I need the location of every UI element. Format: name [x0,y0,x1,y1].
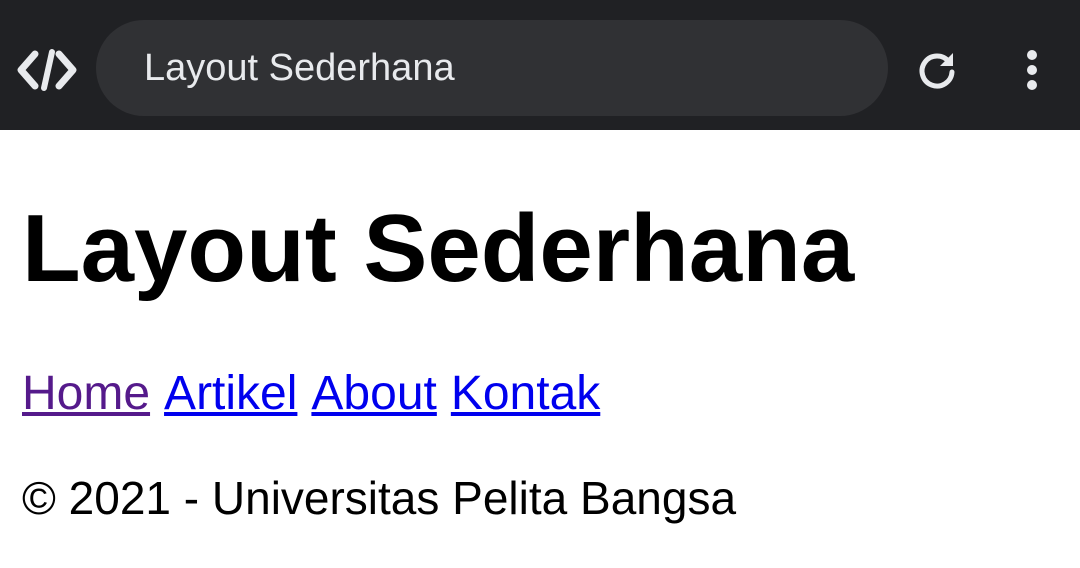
nav-link-artikel[interactable]: Artikel [164,367,297,420]
browser-toolbar: Layout Sederhana [0,0,1080,130]
nav-link-home[interactable]: Home [22,367,150,420]
reload-button[interactable] [908,44,966,96]
footer-copyright: © 2021 - Universitas Pelita Bangsa [22,472,737,524]
devtools-button[interactable] [14,44,80,96]
more-vert-icon [1027,50,1037,90]
main-nav: Home Artikel About Kontak [22,366,614,422]
page-title: Layout Sederhana [22,195,855,302]
page-content: Layout Sederhana Home Artikel About Kontak … [0,130,1080,568]
address-bar-text: Layout Sederhana [144,47,455,89]
nav-link-kontak[interactable]: Kontak [451,367,600,420]
reload-icon [919,53,955,89]
nav-link-about[interactable]: About [311,367,436,420]
more-menu-button[interactable] [1008,44,1056,96]
address-bar[interactable]: Layout Sederhana [96,20,888,116]
devtools-code-icon [17,49,77,91]
